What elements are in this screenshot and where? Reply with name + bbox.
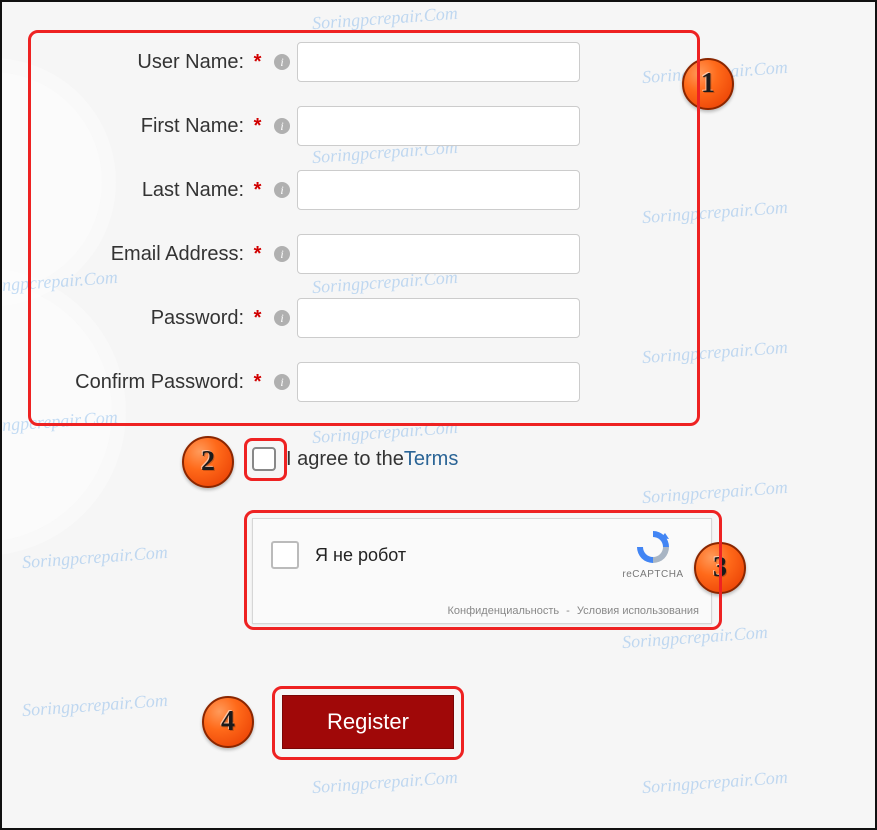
svg-text:i: i (280, 119, 283, 133)
label-username: User Name: * i (42, 51, 297, 74)
label-email: Email Address: * i (42, 243, 297, 266)
password-input[interactable] (297, 298, 580, 338)
register-button[interactable]: Register (282, 695, 454, 749)
field-row-lastname: Last Name: * i (42, 158, 835, 222)
terms-link[interactable]: Terms (404, 448, 458, 471)
info-icon[interactable]: i (273, 117, 291, 135)
watermark: Soringpcrepair.Com (641, 477, 788, 508)
watermark: Soringpcrepair.Com (311, 417, 458, 448)
info-icon[interactable]: i (273, 181, 291, 199)
label-text: Password: (151, 307, 244, 329)
recaptcha-terms-link[interactable]: Условия использования (577, 605, 699, 617)
terms-text: I agree to the (286, 448, 404, 471)
required-asterisk: * (254, 371, 262, 393)
label-text: Last Name: (142, 179, 244, 201)
register-button-label: Register (327, 709, 409, 735)
callout-badge-1: 1 (682, 58, 734, 110)
required-asterisk: * (254, 307, 262, 329)
label-text: First Name: (141, 115, 244, 137)
recaptcha-label: Я не робот (315, 545, 406, 566)
watermark: Soringpcrepair.Com (311, 767, 458, 798)
label-firstname: First Name: * i (42, 115, 297, 138)
label-lastname: Last Name: * i (42, 179, 297, 202)
recaptcha-checkbox[interactable] (271, 541, 299, 569)
watermark: Soringpcrepair.Com (621, 622, 768, 653)
label-text: User Name: (137, 51, 244, 73)
label-text: Confirm Password: (75, 371, 244, 393)
required-asterisk: * (254, 115, 262, 137)
svg-text:i: i (280, 311, 283, 325)
watermark: Soringpcrepair.Com (21, 690, 168, 721)
terms-checkbox[interactable] (252, 447, 276, 471)
svg-text:i: i (280, 247, 283, 261)
email-input[interactable] (297, 234, 580, 274)
field-row-email: Email Address: * i (42, 222, 835, 286)
watermark: Soringpcrepair.Com (641, 767, 788, 798)
watermark: Soringpcrepair.Com (21, 542, 168, 573)
callout-badge-4: 4 (202, 696, 254, 748)
required-asterisk: * (254, 243, 262, 265)
field-row-confirm-password: Confirm Password: * i (42, 350, 835, 414)
required-asterisk: * (254, 51, 262, 73)
recaptcha-brand-text: reCAPTCHA (607, 569, 699, 580)
info-icon[interactable]: i (273, 53, 291, 71)
terms-row: I agree to the Terms (252, 447, 458, 471)
required-asterisk: * (254, 179, 262, 201)
callout-badge-2: 2 (182, 436, 234, 488)
info-icon[interactable]: i (273, 373, 291, 391)
callout-badge-3: 3 (694, 542, 746, 594)
lastname-input[interactable] (297, 170, 580, 210)
field-row-password: Password: * i (42, 286, 835, 350)
info-icon[interactable]: i (273, 245, 291, 263)
label-password: Password: * i (42, 307, 297, 330)
recaptcha-brand: reCAPTCHA (607, 527, 699, 580)
separator: - (566, 605, 573, 617)
label-confirm-password: Confirm Password: * i (42, 371, 297, 394)
svg-text:i: i (280, 55, 283, 69)
svg-text:i: i (280, 183, 283, 197)
confirm-password-input[interactable] (297, 362, 580, 402)
recaptcha-widget: Я не робот reCAPTCHA Конфиденциальность … (252, 518, 712, 624)
username-input[interactable] (297, 42, 580, 82)
firstname-input[interactable] (297, 106, 580, 146)
info-icon[interactable]: i (273, 309, 291, 327)
recaptcha-privacy-link[interactable]: Конфиденциальность (448, 605, 560, 617)
recaptcha-logo-icon (633, 527, 673, 567)
label-text: Email Address: (111, 243, 244, 265)
svg-text:i: i (280, 375, 283, 389)
recaptcha-footer: Конфиденциальность - Условия использован… (448, 605, 699, 617)
page-container: Soringpcrepair.Com Soringpcrepair.Com So… (0, 0, 877, 830)
